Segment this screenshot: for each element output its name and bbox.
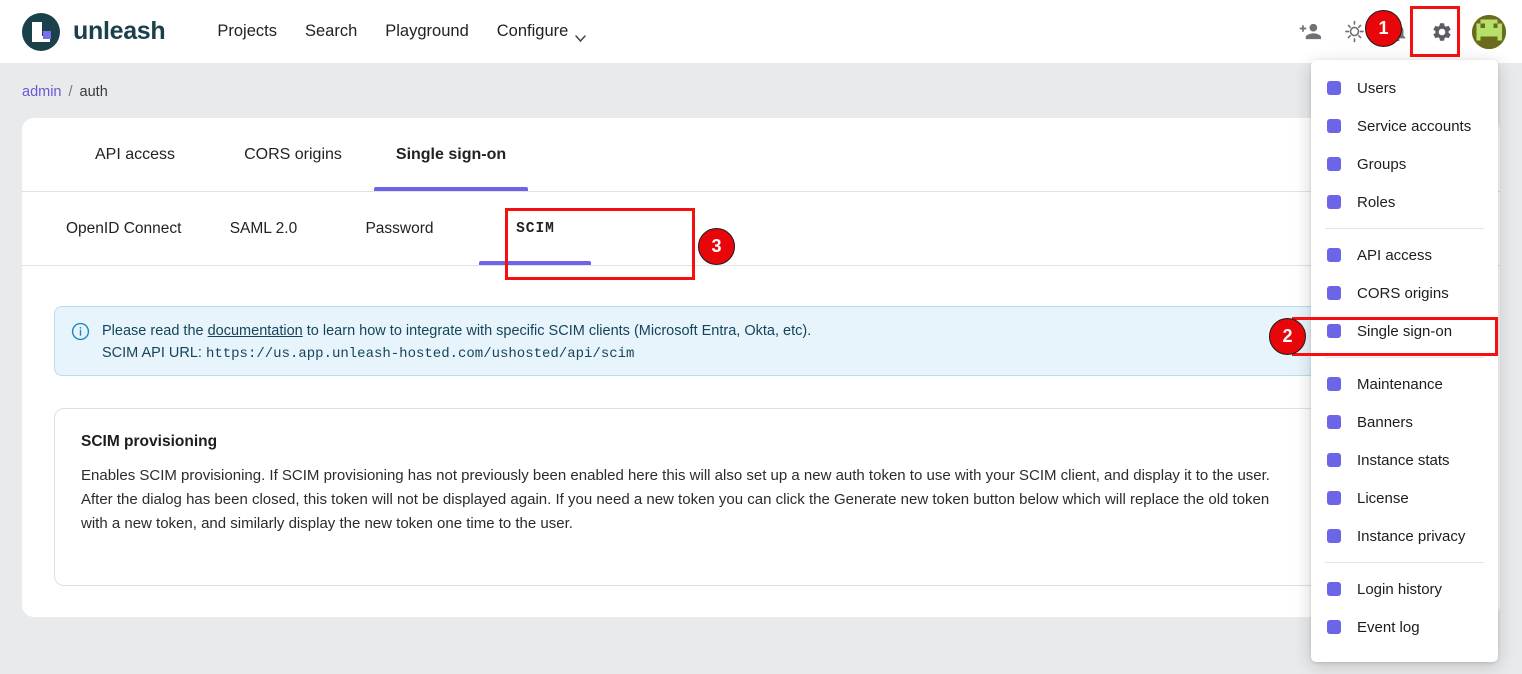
menu-item-license[interactable]: License xyxy=(1311,479,1498,517)
scim-api-url-value: https://us.app.unleash-hosted.com/ushost… xyxy=(206,346,634,362)
menu-item-single-sign-on[interactable]: Single sign-on xyxy=(1311,312,1498,350)
tab-password[interactable]: Password xyxy=(331,192,467,265)
tab-api-access[interactable]: API access xyxy=(56,118,214,191)
tab-scim[interactable]: SCIM xyxy=(467,192,603,265)
main-nav: Projects Search Playground Configure xyxy=(203,16,600,47)
menu-item-users[interactable]: Users xyxy=(1311,69,1498,107)
menu-item-maintenance[interactable]: Maintenance xyxy=(1311,365,1498,403)
documentation-link[interactable]: documentation xyxy=(208,323,303,339)
login-history-icon xyxy=(1327,582,1341,596)
menu-item-groups[interactable]: Groups xyxy=(1311,145,1498,183)
event-log-icon xyxy=(1327,620,1341,634)
menu-item-single-sign-on-label: Single sign-on xyxy=(1357,323,1452,340)
menu-item-users-label: Users xyxy=(1357,80,1396,97)
tab-single-sign-on[interactable]: Single sign-on xyxy=(372,118,530,191)
menu-item-cors-origins-label: CORS origins xyxy=(1357,285,1449,302)
instance-stats-icon xyxy=(1327,453,1341,467)
breadcrumb-link-admin[interactable]: admin xyxy=(22,84,62,100)
maintenance-icon xyxy=(1327,377,1341,391)
instance-privacy-icon xyxy=(1327,529,1341,543)
menu-item-roles-label: Roles xyxy=(1357,194,1395,211)
scim-provisioning-description: Enables SCIM provisioning. If SCIM provi… xyxy=(81,464,1281,536)
menu-item-instance-privacy-label: Instance privacy xyxy=(1357,528,1465,545)
nav-item-projects[interactable]: Projects xyxy=(203,16,291,47)
menu-item-license-label: License xyxy=(1357,490,1409,507)
avatar[interactable] xyxy=(1472,15,1506,49)
breadcrumb: admin / auth xyxy=(22,84,108,100)
menu-divider xyxy=(1325,357,1484,358)
annotation-badge-2: 2 xyxy=(1269,318,1306,355)
menu-item-cors-origins[interactable]: CORS origins xyxy=(1311,274,1498,312)
info-banner-text-after: to learn how to integrate with specific … xyxy=(303,323,812,339)
menu-item-roles[interactable]: Roles xyxy=(1311,183,1498,221)
brand-name: unleash xyxy=(73,17,165,46)
menu-item-login-history-label: Login history xyxy=(1357,581,1442,598)
scim-api-url-label: SCIM API URL: xyxy=(102,345,206,361)
info-banner-line-2: SCIM API URL: https://us.app.unleash-hos… xyxy=(102,342,811,365)
admin-settings-dropdown: Users Service accounts Groups Roles API … xyxy=(1311,60,1498,662)
info-banner-line-1: Please read the documentation to learn h… xyxy=(102,320,811,342)
tab-cors-origins[interactable]: CORS origins xyxy=(214,118,372,191)
api-access-icon xyxy=(1327,248,1341,262)
menu-item-banners-label: Banners xyxy=(1357,414,1413,431)
secondary-tabs: OpenID Connect SAML 2.0 Password SCIM xyxy=(22,192,1500,266)
info-banner: Please read the documentation to learn h… xyxy=(54,306,1467,376)
info-banner-text: Please read the documentation to learn h… xyxy=(102,320,811,365)
banners-icon xyxy=(1327,415,1341,429)
nav-item-search[interactable]: Search xyxy=(291,16,371,47)
menu-divider xyxy=(1325,562,1484,563)
license-icon xyxy=(1327,491,1341,505)
info-circle-icon xyxy=(71,322,90,346)
menu-item-service-accounts[interactable]: Service accounts xyxy=(1311,107,1498,145)
menu-divider xyxy=(1325,228,1484,229)
menu-item-login-history[interactable]: Login history xyxy=(1311,570,1498,608)
nav-item-playground[interactable]: Playground xyxy=(371,16,482,47)
scim-provisioning-card: SCIM provisioning Enables SCIM provision… xyxy=(54,408,1467,586)
tab-openid-connect[interactable]: OpenID Connect xyxy=(52,192,195,265)
annotation-badge-1: 1 xyxy=(1365,10,1402,47)
breadcrumb-current: auth xyxy=(80,84,108,100)
menu-item-api-access[interactable]: API access xyxy=(1311,236,1498,274)
breadcrumb-separator: / xyxy=(69,84,73,100)
menu-item-event-log-label: Event log xyxy=(1357,619,1420,636)
primary-tabs: API access CORS origins Single sign-on xyxy=(22,118,1500,192)
menu-item-instance-stats-label: Instance stats xyxy=(1357,452,1450,469)
roles-icon xyxy=(1327,195,1341,209)
app-root: unleash Projects Search Playground Confi… xyxy=(0,0,1522,674)
unleash-logo-icon xyxy=(22,13,60,51)
menu-item-api-access-label: API access xyxy=(1357,247,1432,264)
users-icon xyxy=(1327,81,1341,95)
menu-item-maintenance-label: Maintenance xyxy=(1357,376,1443,393)
main-panel: API access CORS origins Single sign-on O… xyxy=(22,118,1500,617)
top-navigation-bar: unleash Projects Search Playground Confi… xyxy=(0,0,1522,63)
menu-item-event-log[interactable]: Event log xyxy=(1311,608,1498,646)
menu-item-instance-stats[interactable]: Instance stats xyxy=(1311,441,1498,479)
nav-item-configure-label: Configure xyxy=(497,22,569,41)
scim-provisioning-title: SCIM provisioning xyxy=(81,433,1440,451)
menu-item-instance-privacy[interactable]: Instance privacy xyxy=(1311,517,1498,555)
gear-icon[interactable] xyxy=(1420,10,1464,54)
nav-item-configure[interactable]: Configure xyxy=(483,16,601,47)
chevron-down-icon xyxy=(575,28,586,35)
cors-origins-icon xyxy=(1327,286,1341,300)
brand-logo[interactable]: unleash xyxy=(22,13,165,51)
info-banner-text-before: Please read the xyxy=(102,323,208,339)
single-sign-on-icon xyxy=(1327,324,1341,338)
invite-user-icon[interactable] xyxy=(1288,10,1332,54)
groups-icon xyxy=(1327,157,1341,171)
menu-item-groups-label: Groups xyxy=(1357,156,1406,173)
menu-item-banners[interactable]: Banners xyxy=(1311,403,1498,441)
menu-item-service-accounts-label: Service accounts xyxy=(1357,118,1471,135)
tab-saml-2-0[interactable]: SAML 2.0 xyxy=(195,192,331,265)
service-accounts-icon xyxy=(1327,119,1341,133)
annotation-badge-3: 3 xyxy=(698,228,735,265)
